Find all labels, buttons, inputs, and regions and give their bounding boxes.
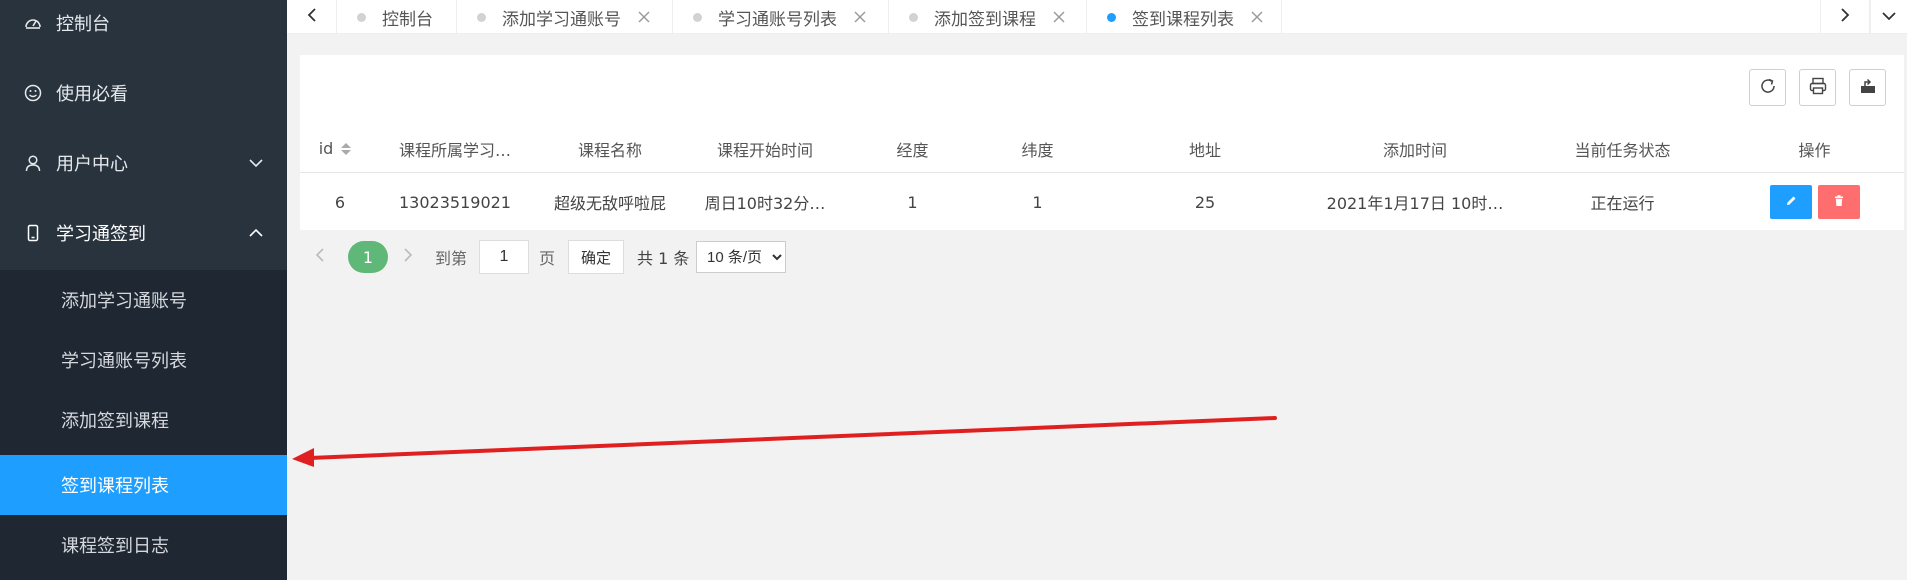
- annotation-arrow: [292, 416, 1277, 467]
